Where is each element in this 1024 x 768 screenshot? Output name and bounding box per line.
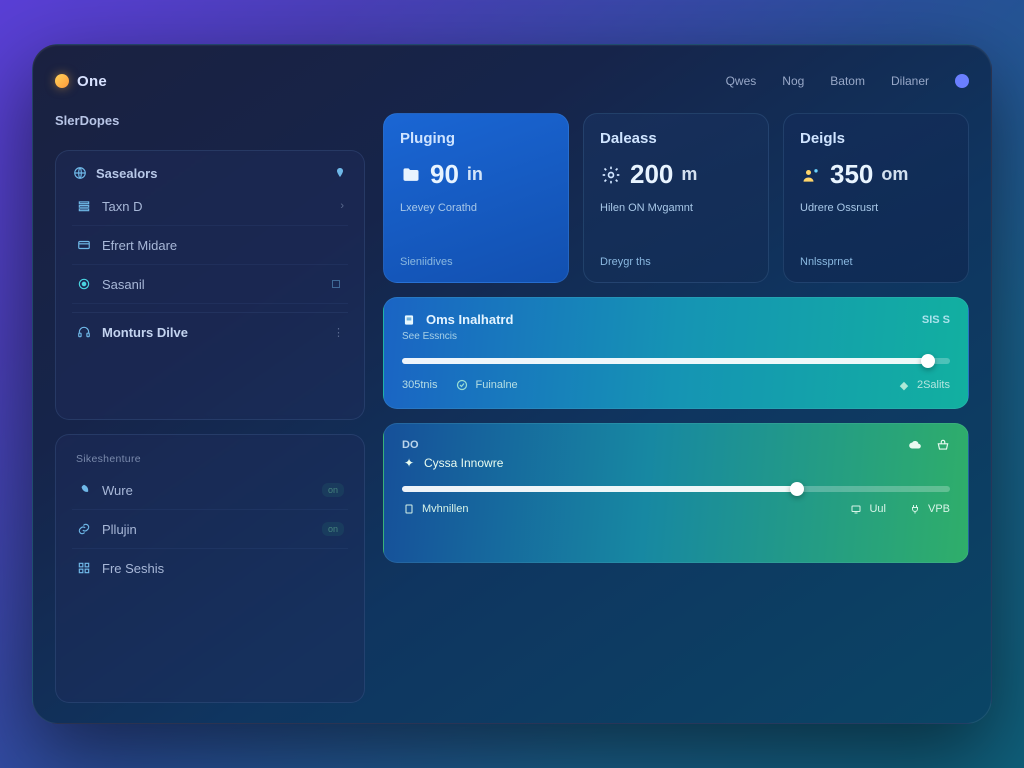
sidebar2-item-0[interactable]: Wure on bbox=[72, 471, 348, 510]
sidebar-card-1-head[interactable]: Sasealors bbox=[72, 165, 348, 187]
basket-icon[interactable] bbox=[936, 438, 950, 452]
stat-link[interactable]: Dreygr ths bbox=[600, 256, 752, 268]
sidebar-item-2-label: Sasanil bbox=[102, 277, 145, 292]
stat-title: Deigls bbox=[800, 130, 952, 147]
chip-2-label: VPB bbox=[928, 503, 950, 515]
stat-card-2[interactable]: Deigls 350 om Udrere Ossrusrt Nnlssprnet bbox=[783, 113, 969, 283]
stat-card-0[interactable]: Pluging 90 in Lxevey Corathd Sieniidives bbox=[383, 113, 569, 283]
nav-item-3[interactable]: Dilaner bbox=[891, 74, 929, 88]
header: One Qwes Nog Batom Dilaner bbox=[55, 63, 969, 99]
panel-2: DO ✦ Cyssa Innowre bbox=[383, 423, 969, 563]
sidebar-item-1-label: Efrert Midare bbox=[102, 238, 177, 253]
stat-value: 350 bbox=[830, 159, 873, 190]
spark-icon: ◆ bbox=[897, 378, 911, 392]
sidebar-item-0[interactable]: Taxn D › bbox=[72, 187, 348, 226]
stat-card-1[interactable]: Daleass 200 m Hilen ON Mvgamnt Dreygr ths bbox=[583, 113, 769, 283]
panel1-slider[interactable] bbox=[402, 358, 950, 364]
plug-icon bbox=[908, 502, 922, 516]
status-pill: on bbox=[322, 483, 344, 497]
sidebar2-item-2[interactable]: Fre Seshis bbox=[72, 549, 348, 587]
sidebar-section2-title: Sikeshenture bbox=[76, 453, 348, 465]
panel1-badge: SIS S bbox=[922, 314, 950, 326]
folder-icon bbox=[400, 164, 422, 186]
doc-icon bbox=[402, 502, 416, 516]
tv-icon bbox=[849, 502, 863, 516]
cloud-icon[interactable] bbox=[908, 438, 922, 452]
sidebar-card-1: Sasealors Taxn D › bbox=[55, 150, 365, 420]
stat-sub: Udrere Ossrusrt bbox=[800, 202, 952, 214]
sidebar-section-title: SlerDopes bbox=[55, 113, 365, 128]
chip-1-label: Uul bbox=[869, 503, 886, 515]
stat-unit: m bbox=[681, 164, 697, 185]
stat-sub: Lxevey Corathd bbox=[400, 202, 552, 214]
sidebar-item-0-label: Taxn D bbox=[102, 199, 142, 214]
stat-value: 200 bbox=[630, 159, 673, 190]
grid-icon bbox=[76, 560, 92, 576]
list-icon bbox=[76, 198, 92, 214]
link-icon bbox=[76, 521, 92, 537]
sidebar2-item-1-label: Pllujin bbox=[102, 522, 137, 537]
panel1-foot-mid: Fuinalne bbox=[475, 379, 517, 391]
sidebar2-item-2-label: Fre Seshis bbox=[102, 561, 164, 576]
panel1-sub: See Essncis bbox=[402, 331, 950, 342]
chip-2[interactable]: VPB bbox=[908, 502, 950, 516]
top-nav: Qwes Nog Batom Dilaner bbox=[726, 74, 969, 88]
stat-sub: Hilen ON Mvgamnt bbox=[600, 202, 752, 214]
avatar[interactable] bbox=[955, 74, 969, 88]
panel2-title: Cyssa Innowre bbox=[424, 456, 503, 470]
chip-1[interactable]: Uul bbox=[849, 502, 886, 516]
nav-item-0[interactable]: Qwes bbox=[726, 74, 757, 88]
leaf-icon bbox=[76, 482, 92, 498]
panel2-slider[interactable] bbox=[402, 486, 950, 492]
user-cloud-icon bbox=[800, 164, 822, 186]
stat-link[interactable]: Sieniidives bbox=[400, 256, 552, 268]
chevron-icon: › bbox=[340, 200, 344, 212]
sidebar2-item-0-label: Wure bbox=[102, 483, 133, 498]
sidebar-item-2[interactable]: Sasanil bbox=[72, 265, 348, 304]
sidebar-item-foot[interactable]: Monturs Dilve ⋮ bbox=[72, 312, 348, 351]
sidebar-item-foot-label: Monturs Dilve bbox=[102, 325, 188, 340]
chip-0[interactable]: Mvhnillen bbox=[402, 502, 468, 516]
content: Pluging 90in Lxevey Corathd Sieniidives … bbox=[383, 113, 969, 703]
check-circle-icon bbox=[455, 378, 469, 392]
stat-unit: om bbox=[881, 164, 908, 185]
stat-value: 90 bbox=[430, 159, 459, 190]
sidebar-item-1[interactable]: Efrert Midare bbox=[72, 226, 348, 265]
target-icon bbox=[76, 276, 92, 292]
sidebar-card-2: Sikeshenture Wure on Pllujin on bbox=[55, 434, 365, 703]
nav-item-1[interactable]: Nog bbox=[782, 74, 804, 88]
card-icon bbox=[76, 237, 92, 253]
globe-icon bbox=[72, 165, 88, 181]
main: SlerDopes Sasealors bbox=[55, 113, 969, 703]
stat-title: Pluging bbox=[400, 130, 552, 147]
nav-item-2[interactable]: Batom bbox=[830, 74, 865, 88]
gear-icon bbox=[600, 164, 622, 186]
sidebar2-item-1[interactable]: Pllujin on bbox=[72, 510, 348, 549]
status-pill: on bbox=[322, 522, 344, 536]
headset-icon bbox=[76, 324, 92, 340]
logo: One bbox=[55, 73, 107, 90]
sidebar: SlerDopes Sasealors bbox=[55, 113, 365, 703]
panel1-foot-right: 2Salits bbox=[917, 379, 950, 391]
stat-link[interactable]: Nnlssprnet bbox=[800, 256, 952, 268]
panel1-foot-left: 305tnis bbox=[402, 379, 437, 391]
expand-icon bbox=[328, 276, 344, 292]
panel-1: Oms Inalhatrd SIS S See Essncis 305tnis … bbox=[383, 297, 969, 409]
sidebar-card-1-head-label: Sasealors bbox=[96, 166, 157, 181]
spark-icon: ✦ bbox=[402, 456, 416, 470]
stat-title: Daleass bbox=[600, 130, 752, 147]
logo-mark-icon bbox=[55, 74, 69, 88]
app-frame: One Qwes Nog Batom Dilaner SlerDopes Sas… bbox=[32, 44, 992, 724]
pin-icon bbox=[332, 165, 348, 181]
stat-row: Pluging 90in Lxevey Corathd Sieniidives … bbox=[383, 113, 969, 283]
panel2-left-label: DO bbox=[402, 439, 419, 451]
panel1-title: Oms Inalhatrd bbox=[426, 312, 513, 327]
chip-0-label: Mvhnillen bbox=[422, 503, 468, 515]
more-icon: ⋮ bbox=[333, 326, 344, 339]
logo-text: One bbox=[77, 73, 107, 90]
doc-icon bbox=[402, 313, 416, 327]
stat-unit: in bbox=[467, 164, 483, 185]
